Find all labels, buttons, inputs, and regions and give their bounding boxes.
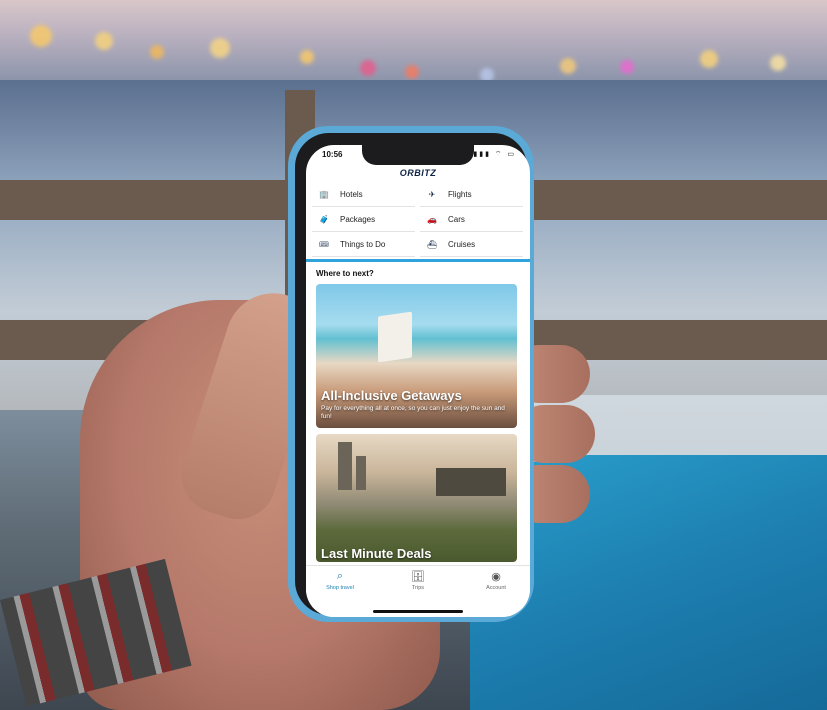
ship-icon: ⛴ <box>426 239 438 249</box>
airplane-icon: ✈ <box>428 189 436 199</box>
tab-account[interactable]: ◉ Account <box>466 570 526 591</box>
menu-item-label: Flights <box>448 189 472 199</box>
phone-screen: 10:56 ▮▮▮ ⌔ ▭ ORBITZ 🏢 Hotels ✈ Flights … <box>306 145 530 617</box>
menu-item-things-to-do[interactable]: 🎟 Things to Do <box>312 232 415 257</box>
card-image-skyline <box>436 468 506 496</box>
card-image-skyline <box>338 442 352 490</box>
ticket-icon: 🎟 <box>318 239 330 249</box>
menu-item-label: Hotels <box>340 189 363 199</box>
status-time: 10:56 <box>322 150 343 159</box>
car-icon: 🚗 <box>427 214 437 224</box>
menu-item-label: Packages <box>340 214 376 224</box>
menu-item-cars[interactable]: 🚗 Cars <box>420 207 523 232</box>
signal-wifi-battery-icon: ▮▮▮ ⌔ ▭ <box>473 151 516 158</box>
section-heading: Where to next? <box>316 269 374 278</box>
menu-divider <box>306 259 530 262</box>
card-image-skyline <box>356 456 366 490</box>
package-icon: 🧳 <box>319 214 329 224</box>
tab-label: Account <box>486 585 506 591</box>
menu-item-hotels[interactable]: 🏢 Hotels <box>312 182 415 207</box>
card-last-minute-deals[interactable]: Last Minute Deals <box>316 434 517 562</box>
card-image-book <box>378 311 412 363</box>
menu-item-label: Cruises <box>448 239 476 249</box>
menu-item-flights[interactable]: ✈ Flights <box>420 182 523 207</box>
tab-trips[interactable]: 🗄 Trips <box>388 570 448 591</box>
tab-label: Trips <box>411 585 425 591</box>
home-indicator[interactable] <box>373 610 463 613</box>
account-icon: ◉ <box>491 571 501 583</box>
menu-item-label: Cars <box>448 214 465 224</box>
search-icon: ⌕ <box>336 570 344 582</box>
tab-bar: ⌕ Shop travel 🗄 Trips ◉ Account <box>306 565 530 617</box>
notch <box>362 145 474 165</box>
suitcase-icon: 🗄 <box>411 571 425 583</box>
tab-label: Shop travel <box>326 585 354 591</box>
menu-item-label: Things to Do <box>340 239 386 249</box>
card-title: All-Inclusive Getaways <box>321 388 462 403</box>
card-subtitle: Pay for everything all at once, so you c… <box>321 405 505 420</box>
phone-body: 10:56 ▮▮▮ ⌔ ▭ ORBITZ 🏢 Hotels ✈ Flights … <box>295 133 530 617</box>
hotel-icon: 🏢 <box>319 189 329 199</box>
phone-case: 10:56 ▮▮▮ ⌔ ▭ ORBITZ 🏢 Hotels ✈ Flights … <box>288 126 534 622</box>
menu-item-packages[interactable]: 🧳 Packages <box>312 207 415 232</box>
tab-shop-travel[interactable]: ⌕ Shop travel <box>310 570 370 591</box>
card-title: Last Minute Deals <box>321 546 432 561</box>
menu-item-cruises[interactable]: ⛴ Cruises <box>420 232 523 257</box>
card-all-inclusive-getaways[interactable]: All-Inclusive Getaways Pay for everythin… <box>316 284 517 428</box>
app-logo: ORBITZ <box>399 168 437 178</box>
